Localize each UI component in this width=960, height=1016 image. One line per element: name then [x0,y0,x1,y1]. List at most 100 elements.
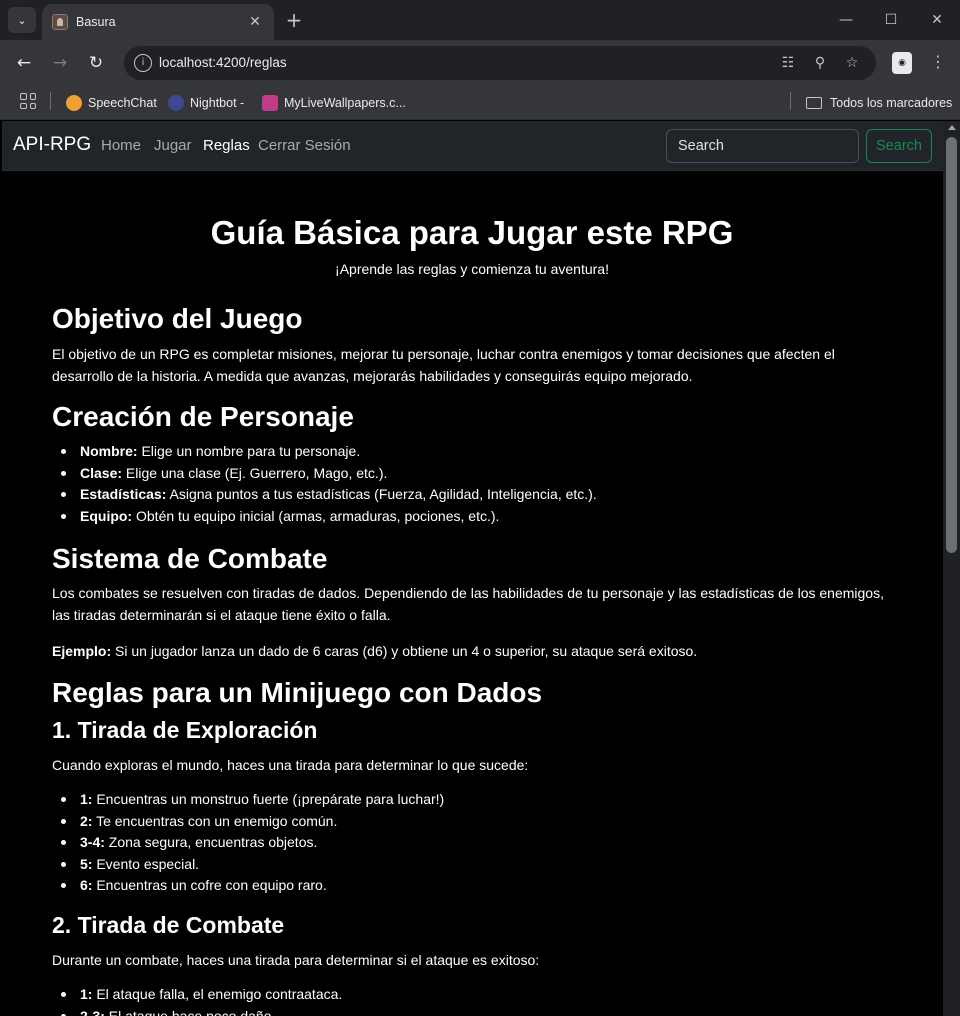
page-subtitle: ¡Aprende las reglas y comienza tu aventu… [335,261,609,277]
nav-link-cerrar-sesion[interactable]: Cerrar Sesión [258,137,351,154]
tab-close-icon[interactable]: ✕ [246,14,264,30]
bookmark-label: Nightbot - [190,96,245,110]
nightbot-icon [168,95,184,111]
bookmark-speechchat[interactable]: SpeechChat [66,92,157,114]
scroll-up-arrow-icon[interactable] [948,125,956,130]
combat-roll-list: 1: El ataque falla, el enemigo contraata… [60,984,343,1016]
exploration-heading: 1. Tirada de Exploración [52,717,318,743]
objective-heading: Objetivo del Juego [52,303,303,334]
item-text: Elige una clase (Ej. Guerrero, Mago, etc… [122,464,388,481]
list-item: 5: Evento especial. [60,854,444,876]
list-item: 2: Te encuentras con un enemigo común. [60,811,444,833]
translate-icon[interactable]: ☷ [778,53,798,73]
item-text: Obtén tu equipo inicial (armas, armadura… [132,507,500,524]
search-input[interactable] [666,129,859,163]
page-title: Guía Básica para Jugar este RPG [210,214,734,251]
mylivewallpapers-icon [262,95,278,111]
item-label: Estadísticas: [80,486,167,502]
list-item: Nombre: Elige un nombre para tu personaj… [61,441,597,463]
scrollbar-thumb[interactable] [946,137,957,553]
combat-example: Ejemplo: Si un jugador lanza un dado de … [52,640,897,662]
tab-title: Basura [76,15,116,29]
bookmark-nightbot[interactable]: Nightbot - [168,92,244,114]
tab-favicon-icon [52,14,68,30]
address-bar[interactable]: i localhost:4200/reglas ☷ ⚲ ☆ [124,46,876,80]
minimize-icon[interactable]: — [836,8,856,32]
browser-menu-icon[interactable]: ⋮ [928,52,948,72]
speechchat-icon [66,95,82,111]
nav-link-jugar[interactable]: Jugar [154,137,192,154]
example-text: Si un jugador lanza un dado de 6 caras (… [111,643,698,659]
exploration-list: 1: Encuentras un monstruo fuerte (¡prepá… [60,789,445,897]
item-text: Elige un nombre para tu personaje. [137,443,361,459]
list-item: 1: El ataque falla, el enemigo contraata… [60,984,343,1006]
forward-arrow-icon[interactable]: → [48,51,72,75]
bookmark-mylivewallpapers[interactable]: MyLiveWallpapers.c... [262,92,406,114]
site-info-icon[interactable]: i [134,54,152,72]
page-scrollbar[interactable] [943,121,960,1016]
list-item: 3-4: Zona segura, encuentras objetos. [60,832,444,854]
zoom-icon[interactable]: ⚲ [810,53,830,73]
item-text: Asigna puntos a tus estadísticas (Fuerza… [166,486,597,502]
bookmark-star-icon[interactable]: ☆ [842,53,862,73]
item-label: 3-4: [80,834,105,850]
extension-icon[interactable]: ◉ [892,52,912,74]
item-label: 5: [80,855,93,872]
nav-link-reglas[interactable]: Reglas [203,137,250,154]
combat-roll-text: Durante un combate, haces una tirada par… [52,952,540,968]
browser-tab[interactable]: Basura ✕ [42,4,274,40]
objective-text: El objetivo de un RPG es completar misio… [52,346,835,384]
item-label: 6: [80,877,93,893]
list-item: 2-3: El ataque hace poco daño. [60,1006,342,1016]
tab-search-chevron-icon[interactable]: ⌄ [8,7,36,33]
combat-text: Los combates se resuelven con tiradas de… [52,585,884,623]
item-text: Te encuentras con un enemigo común. [92,812,338,829]
creation-heading: Creación de Personaje [52,401,354,432]
window-close-icon[interactable]: ✕ [927,8,947,32]
item-label: 2-3: [80,1007,105,1016]
creation-list: Nombre: Elige un nombre para tu personaj… [61,441,597,528]
bookmark-separator [50,92,51,110]
list-item: Clase: Elige una clase (Ej. Guerrero, Ma… [61,463,597,485]
example-label: Ejemplo: [52,643,112,659]
search-button[interactable]: Search [866,129,932,163]
combat-heading: Sistema de Combate [52,543,328,574]
nav-link-home[interactable]: Home [101,137,141,154]
minigame-heading: Reglas para un Minijuego con Dados [52,677,543,708]
item-text: El ataque falla, el enemigo contraataca. [92,986,343,1002]
item-text: Encuentras un cofre con equipo raro. [92,877,327,893]
reload-icon[interactable]: ↻ [84,51,108,75]
tab-strip: ⌄ Basura ✕ + — ☐ ✕ [0,0,960,40]
brand-link[interactable]: API-RPG [13,134,91,156]
item-label: Clase: [80,464,123,481]
combat-roll-heading: 2. Tirada de Combate [52,912,285,938]
maximize-icon[interactable]: ☐ [881,8,901,32]
item-label: 1: [80,791,93,807]
bookmark-label: MyLiveWallpapers.c... [284,96,406,110]
list-item: Equipo: Obtén tu equipo inicial (armas, … [61,506,597,528]
browser-toolbar: ← → ↻ i localhost:4200/reglas ☷ ⚲ ☆ [0,40,960,86]
app-navbar: API-RPG Home Jugar Reglas Cerrar Sesión … [2,121,943,171]
item-label: Equipo: [80,507,133,524]
apps-grid-icon[interactable] [20,93,36,109]
list-item: 6: Encuentras un cofre con equipo raro. [60,875,444,897]
page-viewport: API-RPG Home Jugar Reglas Cerrar Sesión … [2,121,943,1016]
back-arrow-icon[interactable]: ← [12,51,36,75]
item-text: El ataque hace poco daño. [104,1007,276,1016]
item-text: Zona segura, encuentras objetos. [104,834,318,850]
item-text: Encuentras un monstruo fuerte (¡prepárat… [92,791,445,807]
list-item: Estadísticas: Asigna puntos a tus estadí… [61,484,597,506]
new-tab-plus-icon[interactable]: + [284,8,304,32]
bookmark-label: SpeechChat [88,96,157,110]
url-text[interactable]: localhost:4200/reglas [159,55,287,70]
bookmark-folder-label: Todos los marcadores [830,96,953,110]
item-label: Nombre: [80,443,138,459]
item-text: Evento especial. [92,855,200,872]
all-bookmarks-folder[interactable]: Todos los marcadores [806,92,952,114]
exploration-text: Cuando exploras el mundo, haces una tira… [52,757,529,773]
item-label: 2: [80,812,93,829]
item-label: 1: [80,986,93,1002]
folder-icon [806,97,822,109]
bookmark-separator [790,92,791,110]
list-item: 1: Encuentras un monstruo fuerte (¡prepá… [60,789,445,811]
